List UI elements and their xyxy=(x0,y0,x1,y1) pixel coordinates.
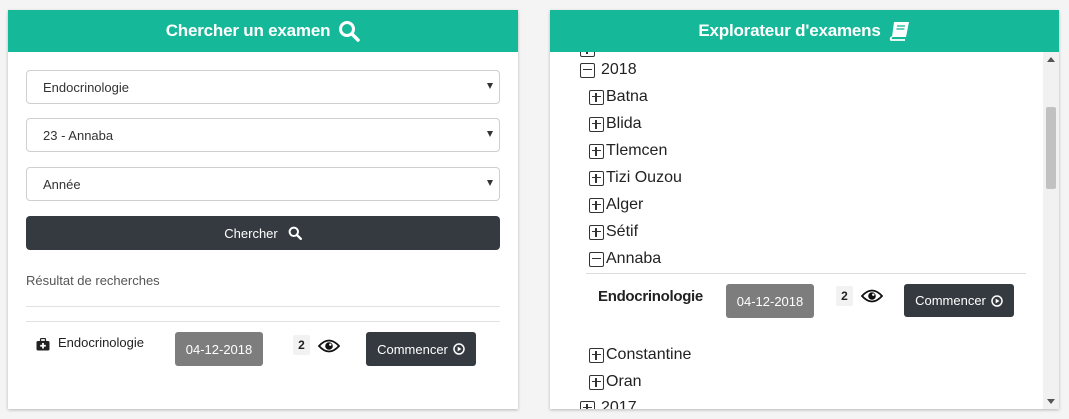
tree-node-city[interactable]: Oran xyxy=(589,373,642,391)
explorer-panel-header: Explorateur d'examens xyxy=(550,10,1059,52)
tree-collapse-icon[interactable] xyxy=(580,62,595,78)
tree-node-city[interactable]: Constantine xyxy=(589,346,691,364)
search-exam-panel: Chercher un examen Endocrinologie 23 - A… xyxy=(8,10,518,409)
exam-tree: 2018 Batna Blida Tlemcen Tizi Ouzou Alge… xyxy=(550,52,1043,409)
scroll-up-arrow-icon[interactable] xyxy=(1047,57,1055,62)
exam-date-badge: 04-12-2018 xyxy=(175,332,263,366)
result-exam-name: Endocrinologie xyxy=(58,335,145,350)
book-icon xyxy=(889,21,911,41)
center-select-value: 23 - Annaba xyxy=(43,127,114,143)
tree-city-label: Oran xyxy=(606,373,642,390)
scrollbar-thumb[interactable] xyxy=(1046,107,1056,189)
search-panel-header: Chercher un examen xyxy=(8,10,518,52)
tree-expand-icon[interactable] xyxy=(589,224,604,240)
tree-city-label: Blida xyxy=(606,115,642,132)
search-button-label: Chercher xyxy=(224,225,278,241)
tree-expand-icon[interactable] xyxy=(589,347,604,363)
start-exam-button[interactable]: Commencer xyxy=(366,332,476,366)
tree-city-label: Batna xyxy=(606,88,648,105)
exam-date-badge: 04-12-2018 xyxy=(726,284,814,318)
tree-expand-icon[interactable] xyxy=(589,170,604,186)
result-row: Endocrinologie 04-12-2018 2 Commencer xyxy=(26,330,500,370)
start-button-label: Commencer xyxy=(377,341,448,357)
explorer-panel-title: Explorateur d'examens xyxy=(698,21,881,40)
tree-node-city[interactable]: Tlemcen xyxy=(589,142,667,160)
tree-expand-icon[interactable] xyxy=(580,52,595,57)
results-title: Résultat de recherches xyxy=(26,273,160,288)
start-exam-button[interactable]: Commencer xyxy=(904,284,1014,317)
tree-node-city[interactable]: Alger xyxy=(589,196,643,214)
tree-node-city[interactable]: Sétif xyxy=(589,223,638,241)
tree-city-label: Tlemcen xyxy=(606,142,668,159)
start-button-label: Commencer xyxy=(915,293,986,308)
divider xyxy=(26,306,500,307)
chevron-down-icon xyxy=(487,83,493,89)
year-select-value: Année xyxy=(43,176,81,192)
scroll-down-arrow-icon[interactable] xyxy=(1047,399,1055,404)
specialty-select-value: Endocrinologie xyxy=(43,79,130,95)
divider xyxy=(586,273,1026,274)
tree-city-label: Sétif xyxy=(606,223,639,240)
eye-icon xyxy=(317,339,341,358)
tree-collapse-icon[interactable] xyxy=(589,251,604,267)
search-panel-title: Chercher un examen xyxy=(165,21,331,40)
search-icon xyxy=(338,20,361,42)
medical-kit-icon xyxy=(36,337,50,356)
search-button[interactable]: Chercher xyxy=(26,216,500,250)
tree-year-label: 2017 xyxy=(601,399,637,409)
tree-expand-icon[interactable] xyxy=(589,89,604,105)
play-circle-icon xyxy=(453,343,465,355)
view-count-badge: 2 xyxy=(836,286,853,306)
tree-expand-icon[interactable] xyxy=(589,116,604,132)
view-count-badge: 2 xyxy=(293,335,310,355)
play-circle-icon xyxy=(991,294,1003,307)
tree-expand-icon[interactable] xyxy=(589,374,604,390)
year-select[interactable]: Année xyxy=(26,167,500,201)
specialty-select[interactable]: Endocrinologie xyxy=(26,70,500,104)
tree-expand-icon[interactable] xyxy=(589,143,604,159)
tree-node-city[interactable]: Blida xyxy=(589,115,642,133)
tree-city-label: Alger xyxy=(606,196,644,213)
tree-expand-icon[interactable] xyxy=(589,197,604,213)
tree-node-city-expanded[interactable]: Annaba xyxy=(589,250,661,268)
tree-city-label: Constantine xyxy=(606,346,692,363)
divider xyxy=(26,321,500,322)
tree-year-label: 2018 xyxy=(601,61,637,78)
tree-node-city[interactable]: Batna xyxy=(589,88,648,106)
exam-explorer-panel: Explorateur d'examens 2018 Batna Blida T… xyxy=(550,10,1059,409)
search-icon xyxy=(288,226,302,240)
tree-city-label: Tizi Ouzou xyxy=(606,169,682,186)
tree-scrollbar[interactable] xyxy=(1043,52,1059,409)
chevron-down-icon xyxy=(487,180,493,186)
tree-city-label: Annaba xyxy=(606,250,662,267)
chevron-down-icon xyxy=(487,131,493,137)
tree-node-2017[interactable]: 2017 xyxy=(580,399,637,409)
tree-node-city[interactable]: Tizi Ouzou xyxy=(589,169,682,187)
eye-icon xyxy=(860,289,884,308)
center-select[interactable]: 23 - Annaba xyxy=(26,118,500,152)
tree-node-2018[interactable]: 2018 xyxy=(580,61,637,79)
tree-exam-name: Endocrinologie xyxy=(598,288,703,305)
tree-node-collapsed[interactable] xyxy=(580,52,597,57)
tree-expand-icon[interactable] xyxy=(580,400,595,409)
